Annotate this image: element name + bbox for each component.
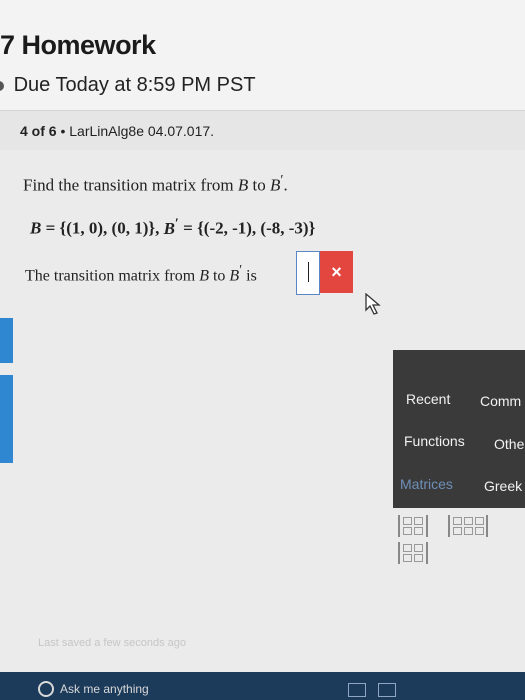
basis-b-prime-label: B — [163, 218, 175, 238]
palette-tab-comm[interactable]: Comm — [480, 393, 521, 409]
due-text: Due Today at 8:59 PM PST — [13, 74, 256, 96]
question-position: 4 of 6 — [20, 123, 57, 139]
prompt-prefix: Find the transition matrix from — [23, 175, 234, 195]
palette-tab-recent[interactable]: Recent — [406, 391, 450, 407]
title-prefix: 7 — [0, 30, 15, 60]
assignment-name: LarLinAlg8e 04.07.017. — [69, 123, 215, 139]
math-palette: Recent Comm Functions Othe Matrices Gree… — [393, 350, 525, 508]
prompt-to: to — [252, 175, 266, 195]
text-caret — [308, 262, 309, 282]
palette-tab-other[interactable]: Othe — [494, 436, 524, 452]
prime-mark-2: ′ — [174, 215, 179, 231]
basis-b: B — [237, 175, 249, 195]
question-progress: 4 of 6 • LarLinAlg8e 04.07.017. — [20, 123, 214, 139]
microphone-icon[interactable] — [348, 683, 366, 697]
prime-mark-3: ′ — [239, 262, 243, 277]
matrix-2x2-icon[interactable] — [398, 515, 428, 537]
palette-tab-matrices[interactable]: Matrices — [400, 476, 453, 492]
question-prompt: Find the transition matrix from B to B′. — [23, 172, 288, 196]
answer-line: The transition matrix from B to B′ is — [25, 262, 257, 285]
basis-b-label: B — [30, 218, 42, 238]
search-placeholder: Ask me anything — [60, 682, 149, 696]
answer-input[interactable] — [296, 251, 320, 295]
matrix-templates — [398, 515, 525, 569]
answer-is: is — [246, 267, 257, 285]
progress-separator: • — [60, 123, 66, 139]
clock-icon — [0, 81, 4, 91]
assignment-header: 7 Homework Due Today at 8:59 PM PST — [0, 0, 525, 110]
basis-b-prime-set: = {(-2, -1), (-8, -3)} — [183, 218, 316, 238]
answer-basis-b: B — [199, 267, 209, 285]
question-progress-bar: 4 of 6 • LarLinAlg8e 04.07.017. — [0, 110, 525, 152]
answer-to: to — [212, 267, 226, 285]
basis-definitions: B = {(1, 0), (0, 1)}, B′ = {(-2, -1), (-… — [30, 215, 315, 239]
side-panel-tab-2[interactable] — [0, 375, 13, 463]
mouse-pointer-icon — [365, 293, 381, 315]
palette-tab-greek[interactable]: Greek — [484, 478, 522, 494]
matrix-3x2-icon[interactable] — [398, 542, 428, 564]
palette-tab-functions[interactable]: Functions — [404, 433, 465, 449]
taskbar-search[interactable]: Ask me anything — [32, 678, 342, 700]
basis-b-set: = {(1, 0), (0, 1)}, — [45, 218, 160, 238]
save-status: Last saved a few seconds ago — [38, 637, 186, 649]
prompt-period: . — [283, 175, 288, 195]
basis-b-prime: B — [269, 175, 281, 195]
task-view-icon[interactable] — [378, 683, 396, 697]
side-panel-tab[interactable] — [0, 318, 13, 363]
answer-basis-b-prime: B — [229, 267, 240, 285]
cortana-icon — [38, 681, 54, 697]
matrix-2x3-icon[interactable] — [448, 515, 489, 537]
due-date: Due Today at 8:59 PM PST — [0, 74, 256, 97]
answer-prefix: The transition matrix from — [25, 267, 196, 285]
page-title: 7 Homework — [0, 30, 156, 61]
clear-answer-button[interactable]: × — [320, 251, 353, 293]
title-text: Homework — [21, 30, 157, 60]
